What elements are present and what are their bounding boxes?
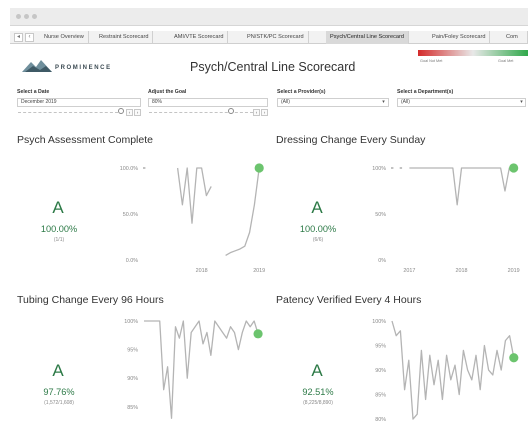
goal-color-legend (418, 50, 528, 56)
y-tick-label: 80% (375, 417, 386, 423)
fraction-dressing-change: (6/6) (312, 237, 324, 243)
fraction-psych-assessment: (1/1) (53, 237, 65, 243)
goal-filter-value[interactable]: 80% (148, 98, 268, 107)
trend-chart-patency-verified: 100% 95% 90% 85% 80% (372, 319, 519, 423)
prominence-logo (22, 60, 52, 72)
x-tick-label: 2019 (253, 268, 265, 274)
trend-chart-psych-assessment: 100.0% 50.0% 0.0% 2018 2019 (120, 163, 265, 274)
minimize-window-button[interactable] (24, 14, 29, 19)
logo-text: PROMINENCE (55, 65, 112, 71)
y-tick-label: 100% (372, 166, 386, 172)
series-line (176, 167, 212, 224)
y-tick-label: 95% (127, 348, 138, 354)
zoom-window-button[interactable] (32, 14, 37, 19)
trend-chart-dressing-change: 100% 50% 0% 2017 2018 2019 (372, 163, 520, 274)
latest-value-marker (509, 353, 519, 363)
y-tick-label: 100% (124, 319, 138, 325)
y-tick-label: 50% (375, 212, 386, 218)
dashboard-tab-bar: ◂ ‹ Nurse Overview Restraint Scorecard A… (10, 31, 528, 44)
percent-psych-assessment: 100.00% (40, 224, 78, 234)
y-tick-label: 90% (375, 368, 386, 374)
fraction-patency-verified: (8,225/8,890) (303, 400, 333, 406)
series-point (391, 167, 394, 169)
tab-scroll-back-icon[interactable]: ‹ (25, 33, 34, 42)
card-title-psych-assessment: Psych Assessment Complete (17, 134, 153, 146)
y-tick-label: 100% (372, 319, 386, 325)
date-slider-track[interactable] (18, 112, 118, 114)
grade-patency-verified: A (311, 361, 323, 380)
tab-nurse-overview[interactable]: Nurse Overview (40, 31, 89, 44)
latest-value-marker (254, 163, 264, 173)
latest-value-marker (253, 329, 263, 339)
y-tick-label: 85% (127, 405, 138, 411)
date-filter-value[interactable]: December 2019 (17, 98, 141, 107)
tab-ami-vte-scorecard[interactable]: AMI/VTE Scorecard (170, 31, 229, 44)
x-tick-label: 2019 (508, 268, 520, 274)
y-tick-label: 50.0% (123, 212, 138, 218)
percent-patency-verified: 92.51% (302, 387, 334, 397)
series-line (391, 320, 515, 420)
provider-select[interactable]: (All) (277, 98, 389, 107)
goal-filter-label: Adjust the Goal (148, 89, 187, 95)
legend-high-label: Goal Met (498, 59, 514, 63)
chevron-down-icon[interactable]: ▾ (518, 98, 525, 107)
y-tick-label: 90% (127, 376, 138, 382)
series-line (409, 167, 514, 206)
goal-slider-handle[interactable] (228, 108, 234, 114)
date-prev-button[interactable]: ‹ (126, 109, 133, 116)
goal-prev-button[interactable]: ‹ (253, 109, 260, 116)
goal-slider-track[interactable] (149, 112, 253, 114)
card-title-dressing-change: Dressing Change Every Sunday (276, 134, 426, 146)
percent-tubing-change: 97.76% (43, 387, 75, 397)
fraction-tubing-change: (1,572/1,608) (44, 400, 74, 406)
tab-pain-foley-scorecard[interactable]: Pain/Foley Scorecard (428, 31, 491, 44)
page-title: Psych/Central Line Scorecard (190, 60, 356, 74)
series-line (144, 320, 259, 419)
tab-psych-central-line-scorecard[interactable]: Psych/Central Line Scorecard (326, 31, 409, 44)
goal-next-button[interactable]: › (261, 109, 268, 116)
x-tick-label: 2017 (403, 268, 415, 274)
y-tick-label: 0.0% (126, 258, 138, 264)
series-point (399, 167, 403, 169)
card-title-tubing-change: Tubing Change Every 96 Hours (17, 294, 164, 306)
y-tick-label: 85% (375, 393, 386, 399)
grade-dressing-change: A (311, 198, 323, 217)
tab-pn-stk-pc-scorecard[interactable]: PN/STK/PC Scorecard (243, 31, 309, 44)
trend-chart-tubing-change: 100% 95% 90% 85% (124, 319, 263, 419)
tab-scroll-left-icon[interactable]: ◂ (14, 33, 23, 42)
tab-more[interactable]: Com (502, 31, 528, 44)
y-tick-label: 100.0% (120, 166, 138, 172)
department-filter-label: Select a Department(s) (397, 89, 454, 95)
date-filter-label: Select a Date (17, 89, 50, 95)
legend-low-label: Goal Not Met (420, 59, 443, 63)
department-select[interactable]: (All) (397, 98, 526, 107)
percent-dressing-change: 100.00% (299, 224, 337, 234)
tab-restraint-scorecard[interactable]: Restraint Scorecard (95, 31, 154, 44)
series-line (225, 167, 260, 256)
y-tick-label: 95% (375, 344, 386, 350)
window-titlebar (10, 8, 528, 26)
grade-tubing-change: A (52, 361, 64, 380)
x-tick-label: 2018 (196, 268, 208, 274)
series-point (143, 167, 146, 169)
date-slider-handle[interactable] (118, 108, 124, 114)
date-next-button[interactable]: › (134, 109, 141, 116)
provider-filter-label: Select a Provider(s) (277, 89, 326, 95)
x-tick-label: 2018 (456, 268, 468, 274)
close-window-button[interactable] (16, 14, 21, 19)
chevron-down-icon[interactable]: ▾ (380, 98, 387, 107)
latest-value-marker (509, 163, 519, 173)
card-title-patency-verified: Patency Verified Every 4 Hours (276, 294, 422, 306)
grade-psych-assessment: A (52, 198, 64, 217)
y-tick-label: 0% (378, 258, 386, 264)
